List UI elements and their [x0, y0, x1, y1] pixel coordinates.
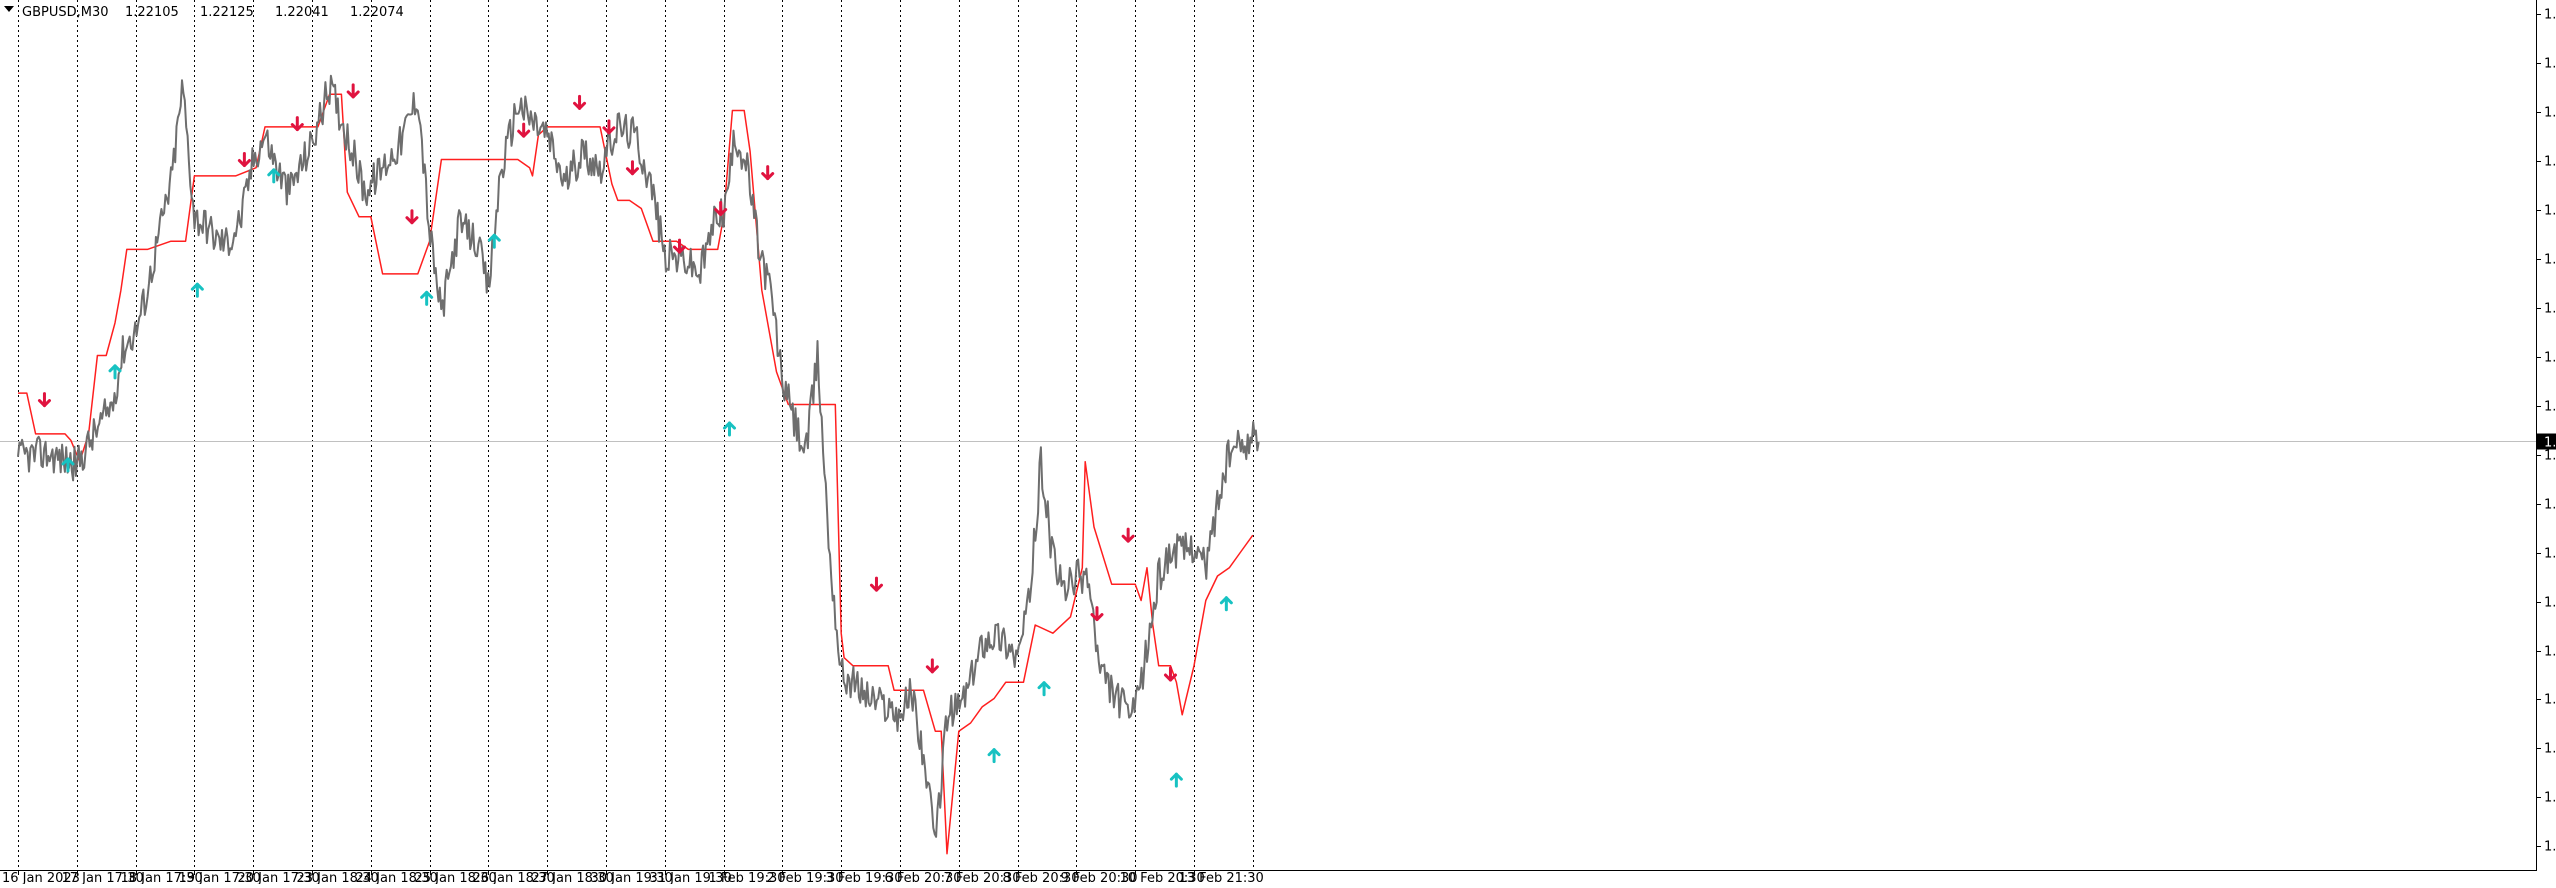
- y-tick-label: 1.23790: [2544, 155, 2556, 170]
- close-price: 1.22074: [350, 5, 404, 20]
- y-tick-label: 1.20495: [2544, 693, 2556, 708]
- y-tick-label: 1.21990: [2544, 449, 2556, 464]
- high-price: 1.22125: [200, 5, 254, 20]
- y-tick-label: 1.24690: [2544, 8, 2556, 23]
- current-price-label-text: 1.22074: [2544, 436, 2556, 451]
- y-tick-label: 1.21690: [2544, 498, 2556, 513]
- y-tick-label: 1.20195: [2544, 742, 2556, 757]
- price-chart[interactable]: 1.24690 1.24390 1.24090 1.23790 1.23490 1.231…: [0, 0, 2556, 886]
- y-tick-label: 1.21090: [2544, 596, 2556, 611]
- y-tick-label: 1.19595: [2544, 840, 2556, 855]
- y-tick-label: 1.22590: [2544, 351, 2556, 366]
- time-axis: 16 Jan 202317 Jan 17:3018 Jan 17:3019 Ja…: [2, 870, 1264, 886]
- y-tick-label: 1.22290: [2544, 400, 2556, 415]
- symbol-label: GBPUSD,M30: [22, 5, 109, 20]
- y-tick-label: 1.24390: [2544, 57, 2556, 72]
- y-tick-label: 1.24090: [2544, 106, 2556, 121]
- y-tick-label: 1.21390: [2544, 547, 2556, 562]
- low-price: 1.22041: [275, 5, 329, 20]
- current-price-label: 1.22074: [2537, 433, 2556, 451]
- y-tick-label: 1.23190: [2544, 253, 2556, 268]
- chart-window[interactable]: 1.24690 1.24390 1.24090 1.23790 1.23490 1.231…: [0, 0, 2556, 886]
- x-tick-label: 13 Feb 21:30: [1179, 871, 1264, 884]
- y-tick-label: 1.22890: [2544, 302, 2556, 317]
- y-tick-label: 1.20790: [2544, 645, 2556, 660]
- y-tick-label: 1.23490: [2544, 204, 2556, 219]
- open-price: 1.22105: [125, 5, 179, 20]
- y-tick-label: 1.19895: [2544, 791, 2556, 806]
